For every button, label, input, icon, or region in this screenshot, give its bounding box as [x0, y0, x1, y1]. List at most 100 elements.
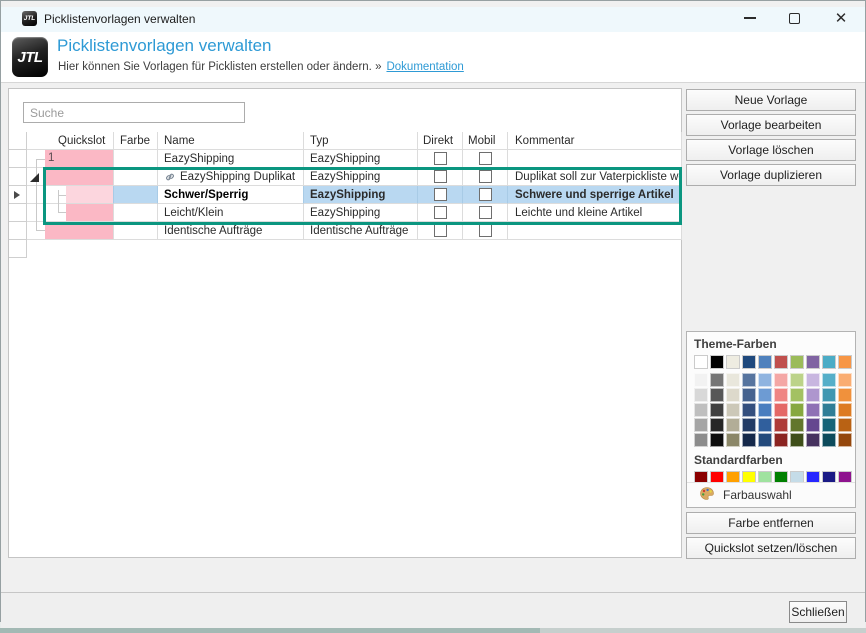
color-swatch[interactable] — [774, 373, 788, 387]
mobil-checkbox[interactable] — [479, 152, 492, 165]
column-header-typ[interactable]: Typ — [304, 132, 418, 150]
close-button[interactable]: ✕ — [828, 8, 854, 28]
search-input[interactable] — [23, 102, 245, 123]
kommentar-cell[interactable]: Schwere und sperrige Artikel — [508, 186, 682, 204]
mobil-cell[interactable] — [463, 168, 508, 186]
typ-cell[interactable]: Identische Aufträge — [304, 222, 418, 240]
color-swatch[interactable] — [806, 373, 820, 387]
color-swatch[interactable] — [790, 355, 804, 369]
mobil-checkbox[interactable] — [479, 188, 492, 201]
color-swatch[interactable] — [822, 355, 836, 369]
color-swatch[interactable] — [806, 355, 820, 369]
tree-expander-icon[interactable] — [30, 173, 39, 182]
row-selector[interactable] — [9, 222, 27, 240]
typ-cell[interactable]: EazyShipping — [304, 186, 418, 204]
table-row[interactable]: Leicht/Klein EazyShipping Leichte und kl… — [9, 204, 682, 222]
color-swatch[interactable] — [790, 433, 804, 447]
mobil-cell[interactable] — [463, 222, 508, 240]
color-picker-button[interactable]: Farbauswahl — [687, 482, 855, 507]
color-swatch[interactable] — [774, 403, 788, 417]
color-swatch[interactable] — [726, 388, 740, 402]
minimize-button[interactable] — [737, 8, 763, 28]
mobil-cell[interactable] — [463, 186, 508, 204]
dialog-close-button[interactable]: Schließen — [789, 601, 847, 623]
color-swatch[interactable] — [758, 403, 772, 417]
column-header-kommentar[interactable]: Kommentar — [508, 132, 682, 150]
color-swatch[interactable] — [838, 388, 852, 402]
color-swatch[interactable] — [726, 403, 740, 417]
color-swatch[interactable] — [822, 403, 836, 417]
name-cell[interactable]: EazyShipping — [158, 150, 304, 168]
direkt-cell[interactable] — [418, 204, 463, 222]
color-swatch[interactable] — [790, 388, 804, 402]
quickslot-cell[interactable] — [27, 204, 114, 222]
color-swatch[interactable] — [726, 373, 740, 387]
color-swatch[interactable] — [758, 433, 772, 447]
color-swatch[interactable] — [694, 418, 708, 432]
kommentar-cell[interactable]: Leichte und kleine Artikel — [508, 204, 682, 222]
color-swatch[interactable] — [694, 403, 708, 417]
color-swatch[interactable] — [838, 373, 852, 387]
farbe-cell[interactable] — [114, 186, 158, 204]
farbe-cell[interactable] — [114, 204, 158, 222]
name-cell[interactable]: Schwer/Sperrig — [158, 186, 304, 204]
kommentar-cell[interactable]: Duplikat soll zur Vaterpickliste we... — [508, 168, 682, 186]
table-row-selected[interactable]: Schwer/Sperrig EazyShipping Schwere und … — [9, 186, 682, 204]
color-swatch[interactable] — [790, 403, 804, 417]
color-swatch[interactable] — [758, 355, 772, 369]
color-swatch[interactable] — [742, 388, 756, 402]
farbe-cell[interactable] — [114, 168, 158, 186]
typ-cell[interactable]: EazyShipping — [304, 204, 418, 222]
color-swatch[interactable] — [742, 433, 756, 447]
column-header-name[interactable]: Name — [158, 132, 304, 150]
direkt-checkbox[interactable] — [434, 224, 447, 237]
column-header-mobil[interactable]: Mobil — [463, 132, 508, 150]
row-selector[interactable] — [9, 168, 27, 186]
duplicate-template-button[interactable]: Vorlage duplizieren — [686, 164, 856, 186]
color-swatch[interactable] — [710, 433, 724, 447]
color-swatch[interactable] — [758, 373, 772, 387]
color-swatch[interactable] — [710, 355, 724, 369]
row-selector[interactable] — [9, 204, 27, 222]
color-swatch[interactable] — [758, 418, 772, 432]
mobil-checkbox[interactable] — [479, 206, 492, 219]
direkt-checkbox[interactable] — [434, 170, 447, 183]
color-swatch[interactable] — [822, 433, 836, 447]
color-swatch[interactable] — [806, 418, 820, 432]
color-swatch[interactable] — [742, 403, 756, 417]
delete-template-button[interactable]: Vorlage löschen — [686, 139, 856, 161]
row-selector-header[interactable] — [9, 132, 27, 150]
color-swatch[interactable] — [838, 403, 852, 417]
quickslot-set-button[interactable]: Quickslot setzen/löschen — [686, 537, 856, 559]
kommentar-cell[interactable] — [508, 150, 682, 168]
column-header-quickslot[interactable]: Quickslot — [27, 132, 114, 150]
farbe-cell[interactable] — [114, 222, 158, 240]
color-swatch[interactable] — [710, 373, 724, 387]
direkt-checkbox[interactable] — [434, 188, 447, 201]
color-swatch[interactable] — [726, 433, 740, 447]
color-swatch[interactable] — [838, 433, 852, 447]
edit-template-button[interactable]: Vorlage bearbeiten — [686, 114, 856, 136]
color-swatch[interactable] — [742, 418, 756, 432]
table-row[interactable]: EazyShipping Duplikat EazyShipping Dupli… — [9, 168, 682, 186]
direkt-cell[interactable] — [418, 186, 463, 204]
remove-color-button[interactable]: Farbe entfernen — [686, 512, 856, 534]
color-swatch[interactable] — [694, 373, 708, 387]
typ-cell[interactable]: EazyShipping — [304, 168, 418, 186]
direkt-cell[interactable] — [418, 168, 463, 186]
name-cell[interactable]: Leicht/Klein — [158, 204, 304, 222]
direkt-cell[interactable] — [418, 222, 463, 240]
typ-cell[interactable]: EazyShipping — [304, 150, 418, 168]
color-swatch[interactable] — [774, 433, 788, 447]
color-swatch[interactable] — [774, 388, 788, 402]
mobil-checkbox[interactable] — [479, 224, 492, 237]
quickslot-cell[interactable] — [27, 168, 114, 186]
farbe-cell[interactable] — [114, 150, 158, 168]
mobil-checkbox[interactable] — [479, 170, 492, 183]
color-swatch[interactable] — [774, 355, 788, 369]
direkt-cell[interactable] — [418, 150, 463, 168]
color-swatch[interactable] — [806, 433, 820, 447]
color-swatch[interactable] — [710, 388, 724, 402]
color-swatch[interactable] — [806, 403, 820, 417]
quickslot-cell[interactable] — [27, 186, 114, 204]
